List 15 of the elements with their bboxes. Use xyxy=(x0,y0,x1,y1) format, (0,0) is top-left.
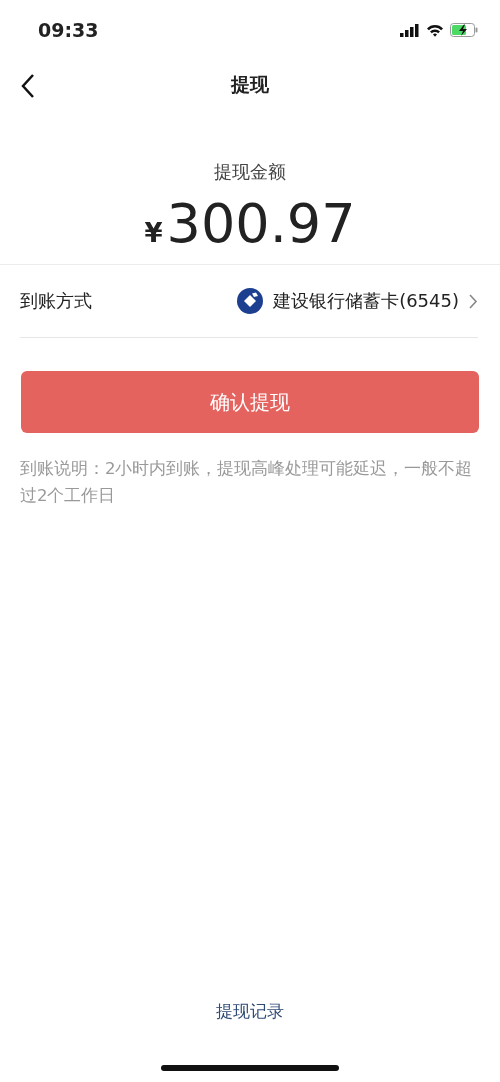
withdraw-records-link[interactable]: 提现记录 xyxy=(216,1000,284,1023)
currency-symbol: ¥ xyxy=(144,218,163,248)
amount-label: 提现金额 xyxy=(214,160,286,184)
signal-icon xyxy=(400,23,420,37)
bank-card-name[interactable]: 建设银行储蓄卡(6545) xyxy=(273,289,459,313)
battery-charging-icon xyxy=(450,23,478,37)
status-time: 09:33 xyxy=(38,19,99,41)
method-label: 到账方式 xyxy=(20,289,92,313)
arrival-note: 到账说明：2小时内到账，提现高峰处理可能延迟，一般不超过2个工作日 xyxy=(20,458,474,507)
amount-value: 300.97 xyxy=(166,192,356,255)
page-title: 提现 xyxy=(231,72,269,97)
wifi-icon xyxy=(426,23,444,37)
back-icon[interactable] xyxy=(20,73,36,99)
chevron-right-icon[interactable] xyxy=(469,293,478,309)
bank-logo-icon xyxy=(237,288,264,314)
